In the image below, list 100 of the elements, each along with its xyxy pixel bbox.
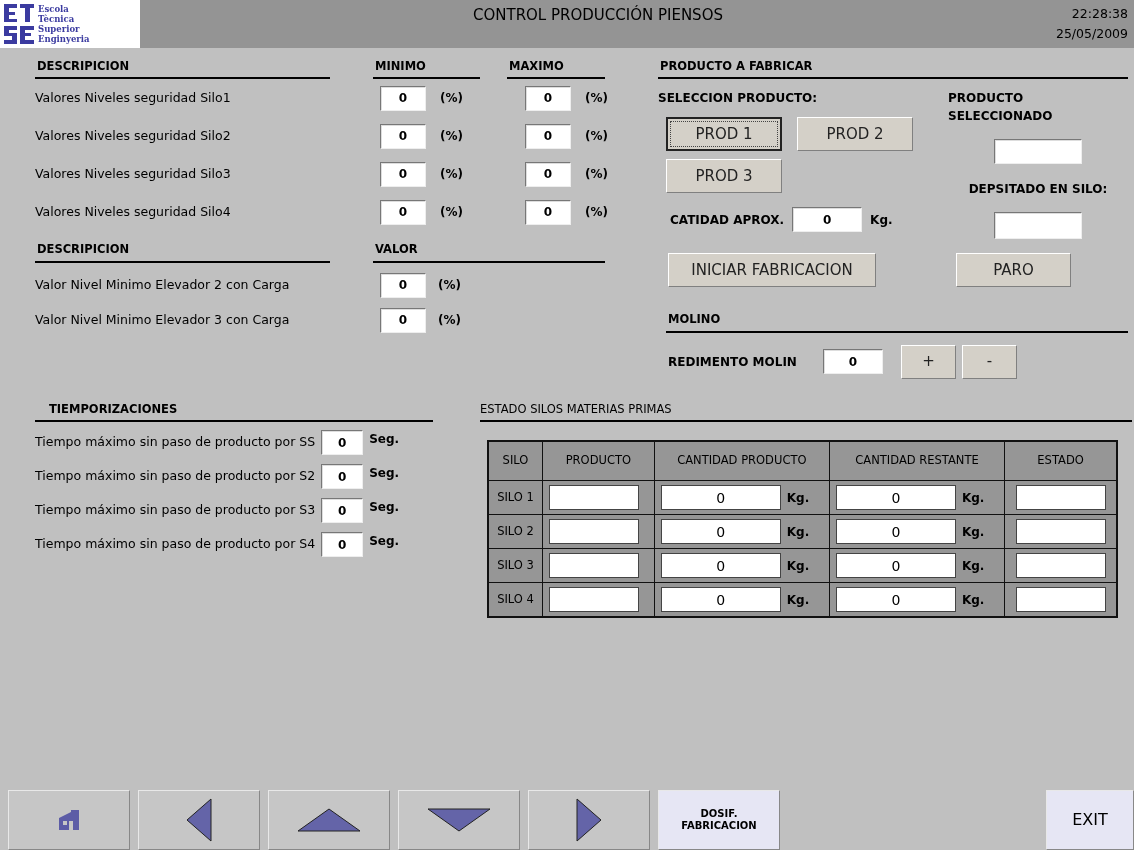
input-field[interactable]: 0 <box>321 498 364 524</box>
logo-text: Escola <box>38 4 70 14</box>
column-header: CANTIDAD PRODUCTO <box>654 440 830 481</box>
field-label: Tiempo máximo sin paso de producto por S4 <box>35 535 316 554</box>
input-field[interactable] <box>994 212 1082 240</box>
row-header: SILO 2 <box>488 514 543 549</box>
unit-label: Kg. <box>870 211 893 229</box>
row-header: SILO 1 <box>488 480 543 515</box>
logo-text: Superior <box>38 24 81 34</box>
unit-label: Kg. <box>786 591 810 609</box>
input-field[interactable]: 0 <box>792 207 863 233</box>
input-field[interactable] <box>549 485 639 511</box>
product-button[interactable]: PROD 1 <box>666 117 782 152</box>
field-label: Valores Niveles seguridad Silo4 <box>35 202 232 221</box>
column-heading: DESCRIPICION <box>35 58 330 80</box>
clock-time: 22:28:38 <box>1070 5 1128 23</box>
input-field[interactable] <box>549 587 639 613</box>
column-heading: VALOR <box>373 241 605 263</box>
field-label: Tiempo máximo sin paso de producto por SS <box>35 433 316 452</box>
column-header: PRODUCTO <box>542 440 655 481</box>
row-header: SILO 3 <box>488 548 543 583</box>
unit-label: (%) <box>585 204 608 222</box>
nav-button[interactable] <box>398 790 520 850</box>
field-label: SELECCION PRODUCTO: <box>658 90 819 108</box>
unit-label: Seg. <box>369 430 400 448</box>
unit-label: (%) <box>440 90 464 108</box>
input-field[interactable]: 0 <box>321 464 364 490</box>
step-button[interactable]: + <box>901 344 956 379</box>
input-field[interactable]: 0 <box>380 85 426 111</box>
logo-text: Tècnica <box>38 14 76 24</box>
input-field[interactable]: 0 <box>380 272 426 298</box>
input-field[interactable] <box>1015 553 1106 579</box>
nav-button[interactable] <box>8 790 130 850</box>
section-heading: TIEMPORIZACIONES <box>35 400 433 422</box>
column-header: SILO <box>488 440 543 481</box>
input-field[interactable] <box>549 519 639 545</box>
field-label: Tiempo máximo sin paso de producto por S2 <box>35 467 316 486</box>
unit-label: (%) <box>440 128 464 146</box>
input-field[interactable]: 0 <box>823 349 883 374</box>
input-field[interactable]: 0 <box>380 161 426 187</box>
unit-label: Seg. <box>369 498 400 516</box>
logo-icon <box>4 4 34 44</box>
input-field[interactable] <box>1015 485 1106 511</box>
column-header: CANTIDAD RESTANTE <box>829 440 1005 481</box>
column-heading: MAXIMO <box>507 58 605 80</box>
input-field[interactable]: 0 <box>321 532 364 558</box>
input-field[interactable]: 0 <box>525 85 571 111</box>
unit-label: (%) <box>585 166 608 184</box>
column-heading: MINIMO <box>373 58 480 80</box>
section-heading: MOLINO <box>666 311 1128 333</box>
input-field[interactable] <box>1015 519 1106 545</box>
input-field[interactable]: 0 <box>525 123 571 149</box>
input-field[interactable] <box>994 139 1082 165</box>
section-heading: ESTADO SILOS MATERIAS PRIMAS <box>480 400 1132 422</box>
section-heading: PRODUCTO A FABRICAR <box>658 58 1128 80</box>
input-field[interactable]: 0 <box>660 553 781 579</box>
exit-button[interactable]: EXIT <box>1046 790 1134 850</box>
input-field[interactable]: 0 <box>321 430 364 456</box>
product-button[interactable]: PROD 3 <box>666 159 782 194</box>
input-field[interactable] <box>1015 587 1106 613</box>
input-field[interactable]: 0 <box>525 161 571 187</box>
input-field[interactable]: 0 <box>660 519 781 545</box>
field-label: REDIMENTO MOLIN <box>668 353 798 371</box>
right-arrow-icon <box>576 798 602 842</box>
unit-label: Kg. <box>961 591 985 609</box>
field-label: Valores Niveles seguridad Silo2 <box>35 126 232 145</box>
product-button[interactable]: PROD 2 <box>797 117 913 152</box>
step-button[interactable]: - <box>962 344 1017 379</box>
stop-button[interactable]: PARO <box>956 253 1071 288</box>
input-field[interactable]: 0 <box>835 519 956 545</box>
start-button[interactable]: INICIAR FABRICACION <box>668 253 876 288</box>
nav-button[interactable]: DOSIF. FABRICACION <box>658 790 780 850</box>
input-field[interactable]: 0 <box>835 587 956 613</box>
input-field[interactable]: 0 <box>380 199 426 225</box>
unit-label: (%) <box>585 128 608 146</box>
nav-button[interactable] <box>138 790 260 850</box>
unit-label: (%) <box>440 166 464 184</box>
input-field[interactable]: 0 <box>660 485 781 511</box>
nav-button[interactable] <box>268 790 390 850</box>
column-heading: DESCRIPICION <box>35 241 330 263</box>
unit-label: (%) <box>438 312 461 329</box>
unit-label: Kg. <box>961 489 985 507</box>
input-field[interactable]: 0 <box>525 199 571 225</box>
clock-date: 25/05/2009 <box>1055 25 1128 43</box>
input-field[interactable]: 0 <box>835 553 956 579</box>
field-label: Valor Nivel Minimo Elevador 2 con Carga <box>35 275 291 294</box>
unit-label: Kg. <box>961 523 985 541</box>
input-field[interactable]: 0 <box>380 307 426 333</box>
field-label: Valores Niveles seguridad Silo3 <box>35 164 232 183</box>
input-field[interactable]: 0 <box>835 485 956 511</box>
unit-label: (%) <box>438 277 461 294</box>
screen-title: CONTROL PRODUCCIÓN PIENSOS <box>471 4 724 26</box>
input-field[interactable]: 0 <box>380 123 426 149</box>
unit-label: Seg. <box>369 464 400 482</box>
home-icon <box>58 809 80 831</box>
unit-label: Kg. <box>786 523 810 541</box>
nav-button[interactable] <box>528 790 650 850</box>
input-field[interactable] <box>549 553 639 579</box>
input-field[interactable]: 0 <box>660 587 781 613</box>
unit-label: Kg. <box>961 557 985 575</box>
